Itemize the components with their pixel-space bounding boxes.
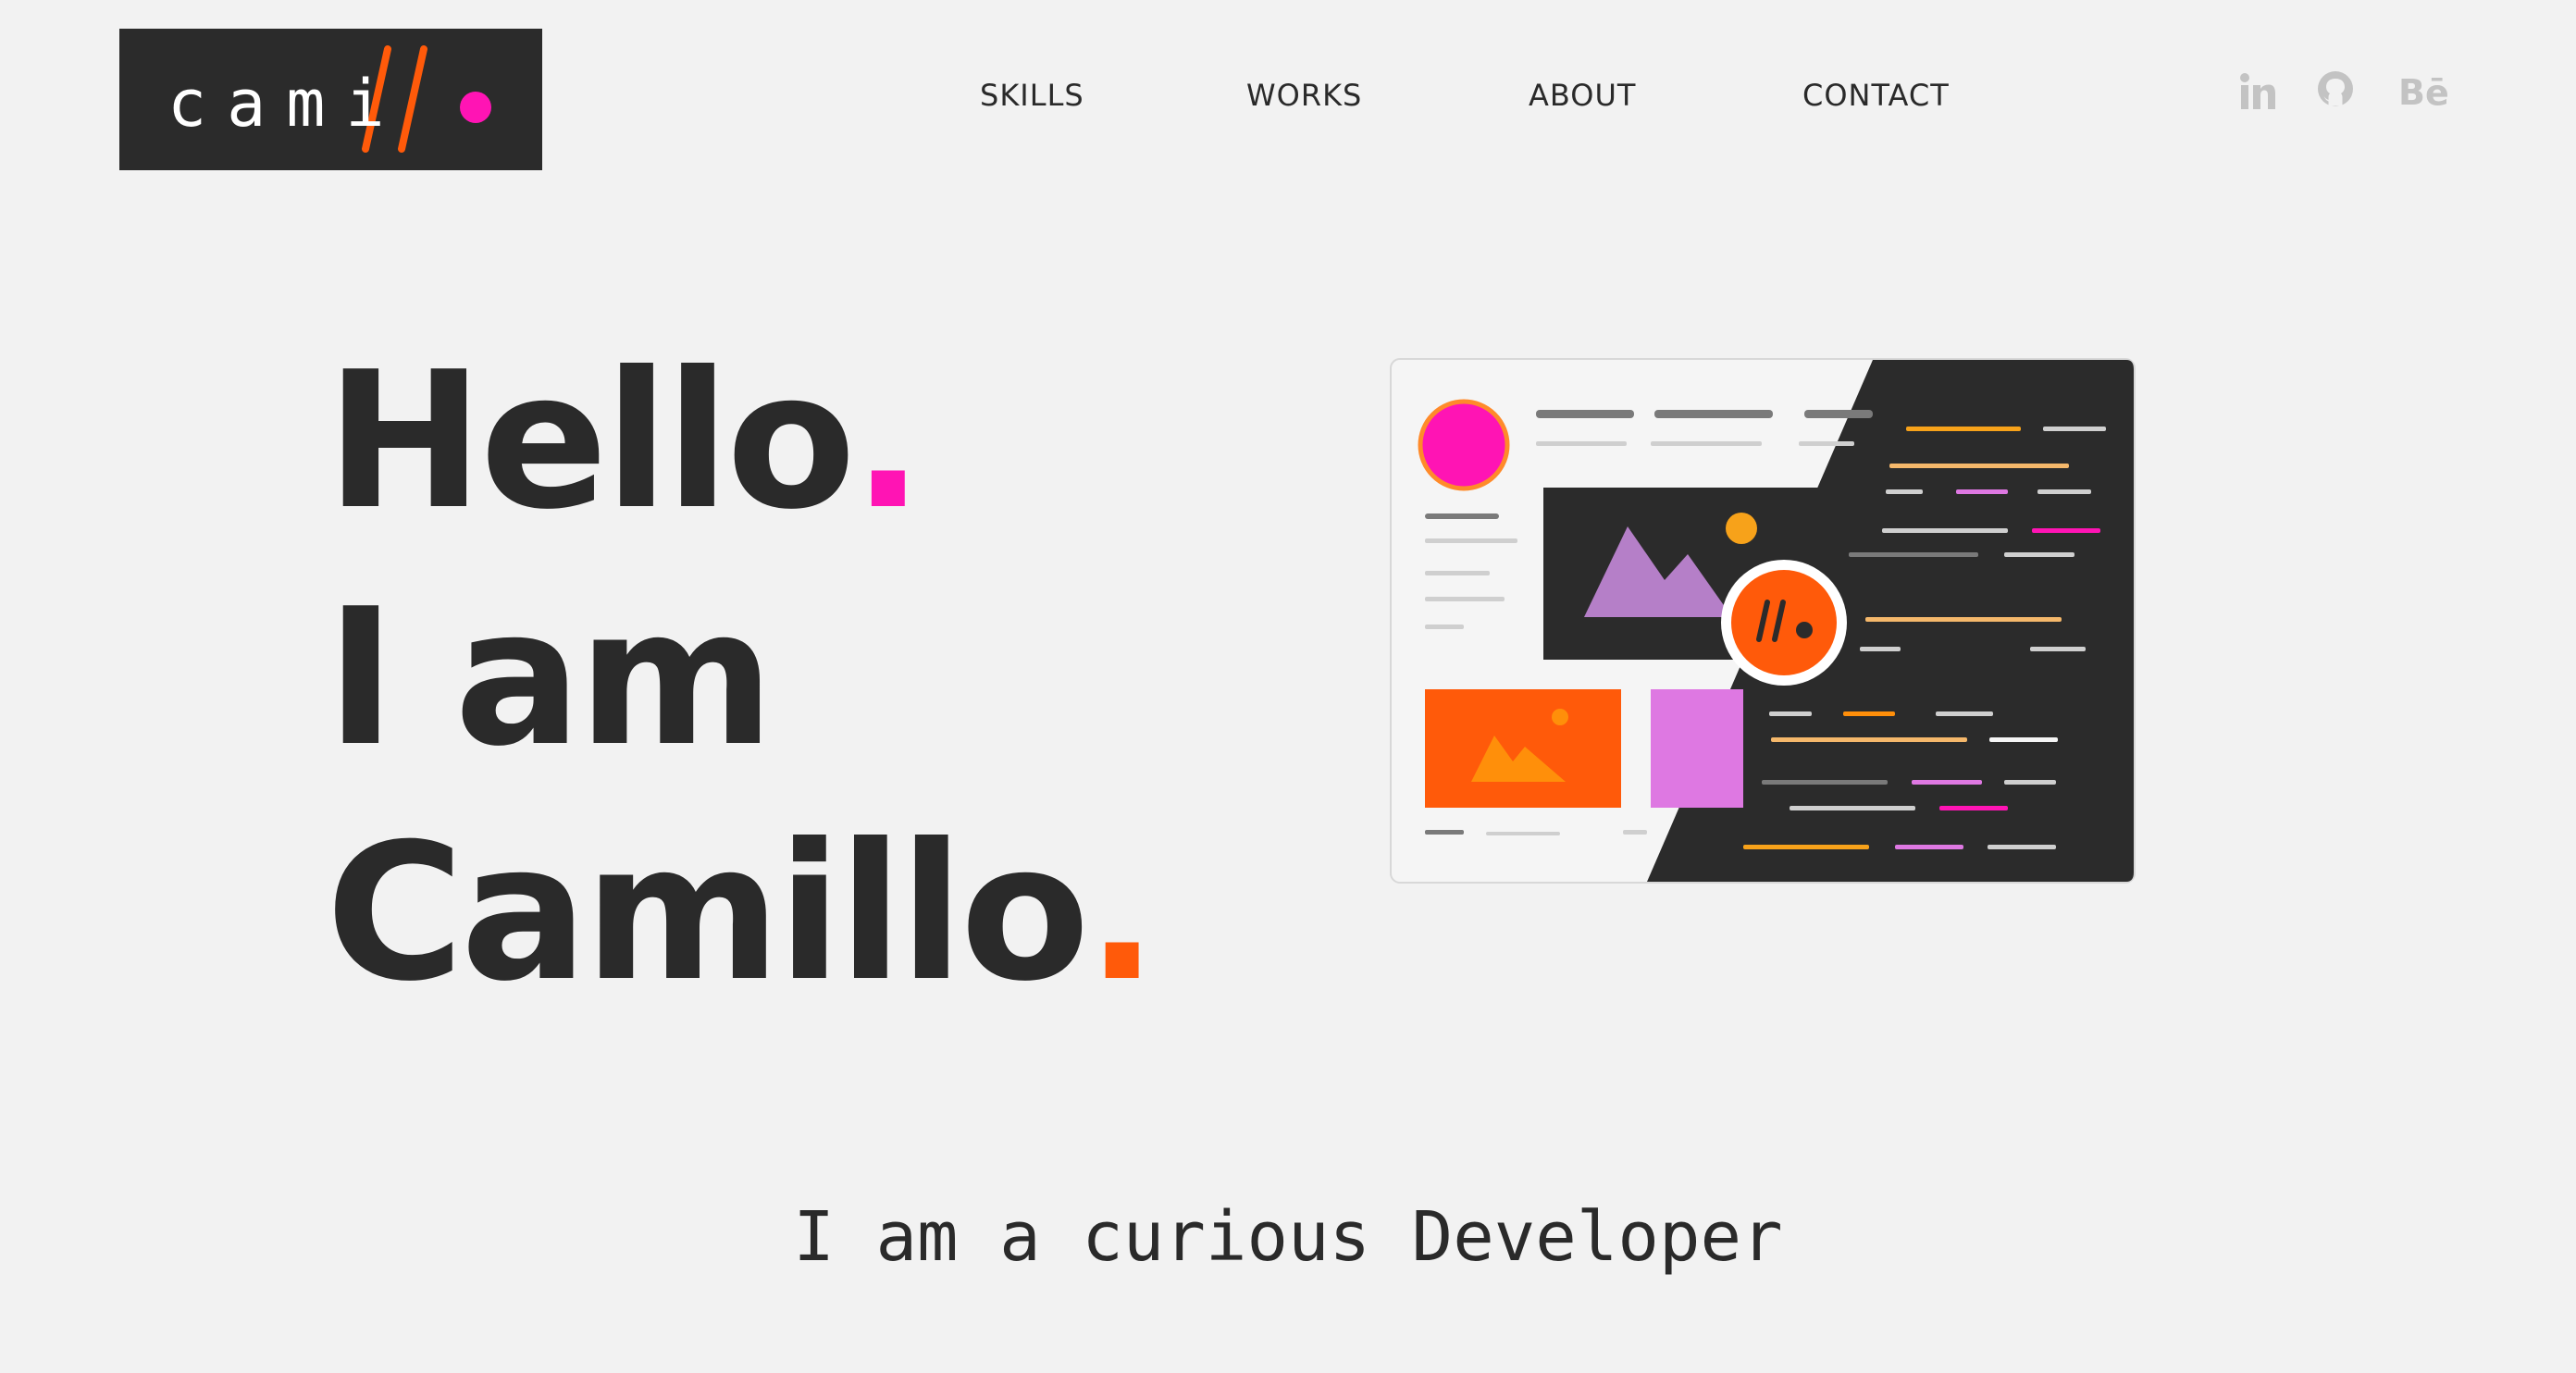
nav-about[interactable]: ABOUT <box>1529 74 1636 117</box>
hero-name: Camillo <box>326 804 1090 1023</box>
nav-works[interactable]: WORKS <box>1246 74 1362 117</box>
behance-icon[interactable]: Bē <box>2398 69 2449 116</box>
main-nav: SKILLS WORKS ABOUT CONTACT <box>0 74 2576 117</box>
hero-line-3: Camillo. <box>326 820 1158 1008</box>
github-icon[interactable] <box>2317 70 2354 107</box>
nav-skills[interactable]: SKILLS <box>980 74 1084 117</box>
hero-illustration <box>1390 358 2137 889</box>
hero-line-2: I am <box>326 569 774 788</box>
linkedin-icon[interactable] <box>2239 72 2276 111</box>
hero-dot-pink: . <box>852 332 923 551</box>
hero-line-1: Hello. <box>326 348 924 537</box>
nav-contact[interactable]: CONTACT <box>1802 74 1950 117</box>
hero-subtitle: I am a curious Developer <box>793 1197 1783 1277</box>
hero-dot-orange: . <box>1085 804 1158 1023</box>
hero-hello: Hello <box>326 332 856 551</box>
